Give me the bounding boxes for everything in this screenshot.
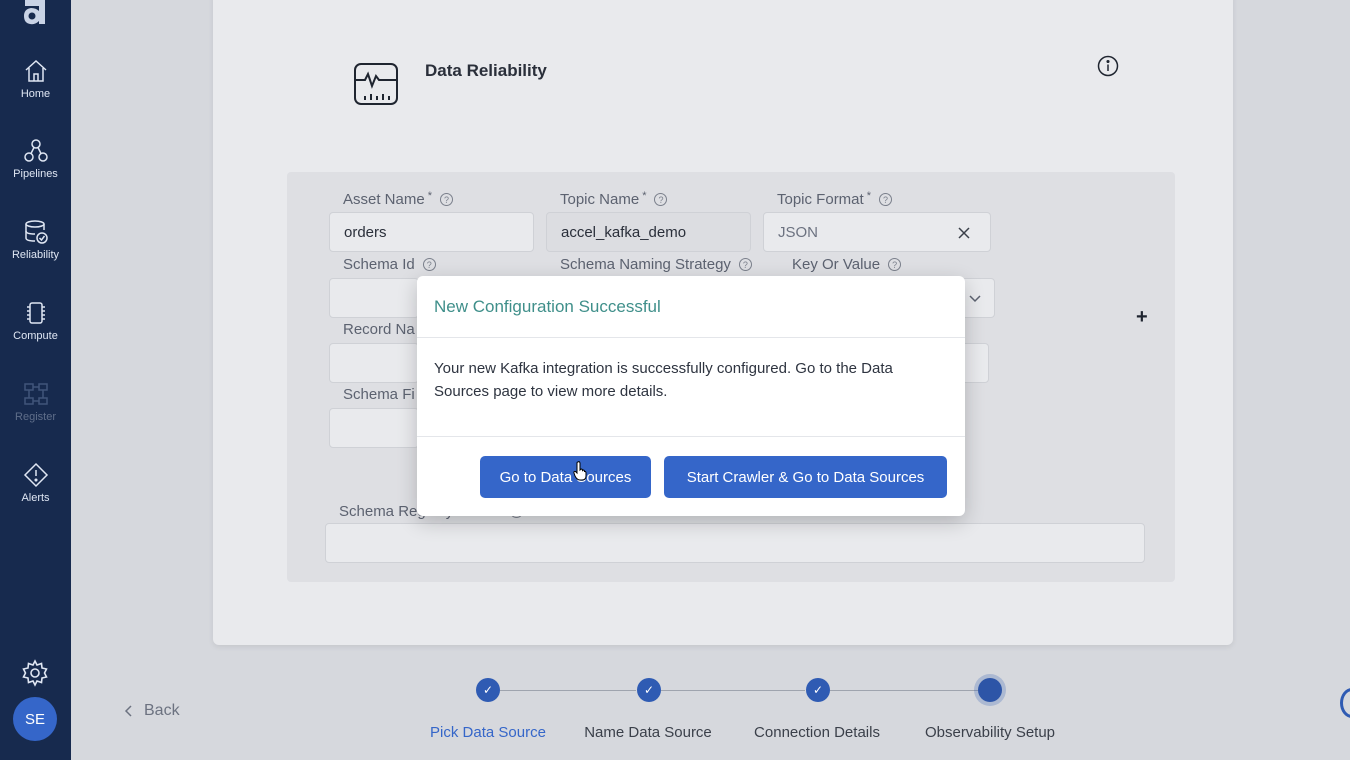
record-name-label: Record Na <box>343 321 415 338</box>
required-mark: * <box>427 189 432 202</box>
topic-name-input[interactable]: accel_kafka_demo <box>546 212 751 252</box>
step-label-name-data-source[interactable]: Name Data Source <box>584 724 712 741</box>
chevron-down-icon[interactable] <box>968 291 982 305</box>
help-icon[interactable]: ? <box>422 258 436 271</box>
schema-id-label: Schema Id ? <box>343 256 436 273</box>
sidebar-item-compute[interactable]: Compute <box>0 300 71 364</box>
step-label-pick-data-source[interactable]: Pick Data Source <box>430 724 546 741</box>
info-icon[interactable] <box>1097 55 1119 77</box>
help-icon[interactable]: ? <box>654 193 668 206</box>
sidebar-item-reliability[interactable]: Reliability <box>0 219 71 283</box>
key-or-value-label: Key Or Value ? <box>792 256 902 273</box>
sidebar-item-label: Compute <box>13 330 58 342</box>
app-logo-icon[interactable] <box>22 0 48 26</box>
sidebar-item-register[interactable]: Register <box>0 381 71 445</box>
modal-body-text: Your new Kafka integration is successful… <box>434 360 893 400</box>
sidebar: Home Pipelines Reliability Compute Regis… <box>0 0 71 760</box>
modal-divider <box>417 337 965 338</box>
step-1-check-icon[interactable]: ✓ <box>476 678 500 702</box>
page-title: Data Reliability <box>425 61 547 80</box>
pipelines-icon <box>23 139 48 162</box>
required-mark: * <box>866 189 871 202</box>
sidebar-item-label: Pipelines <box>13 168 58 180</box>
go-to-data-sources-button[interactable]: Go to Data Sources <box>480 456 651 498</box>
step-label-observability-setup: Observability Setup <box>924 724 1056 741</box>
topic-format-label-text: Topic Format <box>777 191 864 208</box>
step-connector <box>500 690 636 691</box>
schema-file-label: Schema Fi <box>343 386 415 403</box>
help-icon[interactable]: ? <box>878 193 892 206</box>
data-reliability-monitor-icon <box>354 63 398 105</box>
schema-id-label-text: Schema Id <box>343 256 415 273</box>
back-button[interactable]: Back <box>124 702 180 720</box>
topic-format-select[interactable]: JSON <box>763 212 991 252</box>
user-avatar[interactable]: SE <box>13 697 57 741</box>
topic-format-label: Topic Format * ? <box>777 189 892 208</box>
sidebar-item-pipelines[interactable]: Pipelines <box>0 138 71 202</box>
record-name-label-text: Record Na <box>343 321 415 338</box>
back-label: Back <box>144 702 180 719</box>
asset-name-label: Asset Name * ? <box>343 189 453 208</box>
topic-name-label-text: Topic Name <box>560 191 640 208</box>
home-icon <box>24 59 47 82</box>
step-3-check-icon[interactable]: ✓ <box>806 678 830 702</box>
sidebar-item-label: Register <box>15 411 56 423</box>
asset-name-input[interactable]: orders <box>329 212 534 252</box>
sidebar-item-home[interactable]: Home <box>0 58 71 122</box>
chevron-left-icon <box>124 705 132 717</box>
step-connector <box>830 690 978 691</box>
schema-file-input[interactable] <box>329 408 419 448</box>
modal-title: New Configuration Successful <box>434 297 661 316</box>
schema-file-label-text: Schema Fi <box>343 386 415 403</box>
asset-name-label-text: Asset Name <box>343 191 425 208</box>
mouse-pointer-icon <box>573 461 587 481</box>
topic-name-label: Topic Name * ? <box>560 189 668 208</box>
sidebar-item-label: Alerts <box>21 492 50 504</box>
required-mark: * <box>642 189 647 202</box>
help-icon[interactable]: ? <box>888 258 902 271</box>
key-or-value-label-text: Key Or Value <box>792 256 881 273</box>
step-connector <box>661 690 805 691</box>
clear-icon[interactable] <box>958 227 970 239</box>
add-field-button[interactable]: + <box>1136 306 1148 329</box>
help-icon[interactable]: ? <box>439 193 453 206</box>
modal-divider <box>417 436 965 437</box>
settings-gear-icon[interactable] <box>21 659 49 687</box>
sidebar-item-label: Reliability <box>11 249 60 261</box>
schema-naming-strategy-label-text: Schema Naming Strategy <box>560 256 731 273</box>
topic-format-value: JSON <box>778 223 819 241</box>
step-2-check-icon[interactable]: ✓ <box>637 678 661 702</box>
schema-registry-server-input[interactable] <box>325 523 1145 563</box>
reliability-icon <box>24 220 48 244</box>
compute-icon <box>26 302 45 324</box>
success-modal: New Configuration Successful Your new Ka… <box>417 276 965 516</box>
help-icon[interactable]: ? <box>738 258 752 271</box>
sidebar-item-label: Home <box>20 88 51 100</box>
step-4-current-indicator <box>978 678 1002 702</box>
sidebar-item-alerts[interactable]: Alerts <box>0 462 71 526</box>
alerts-icon <box>23 462 48 488</box>
schema-naming-strategy-label: Schema Naming Strategy ? <box>560 256 752 273</box>
record-name-input[interactable] <box>329 343 419 383</box>
step-label-connection-details[interactable]: Connection Details <box>754 724 880 741</box>
start-crawler-button[interactable]: Start Crawler & Go to Data Sources <box>664 456 947 498</box>
register-icon <box>23 383 48 405</box>
schema-id-input[interactable] <box>329 278 419 318</box>
